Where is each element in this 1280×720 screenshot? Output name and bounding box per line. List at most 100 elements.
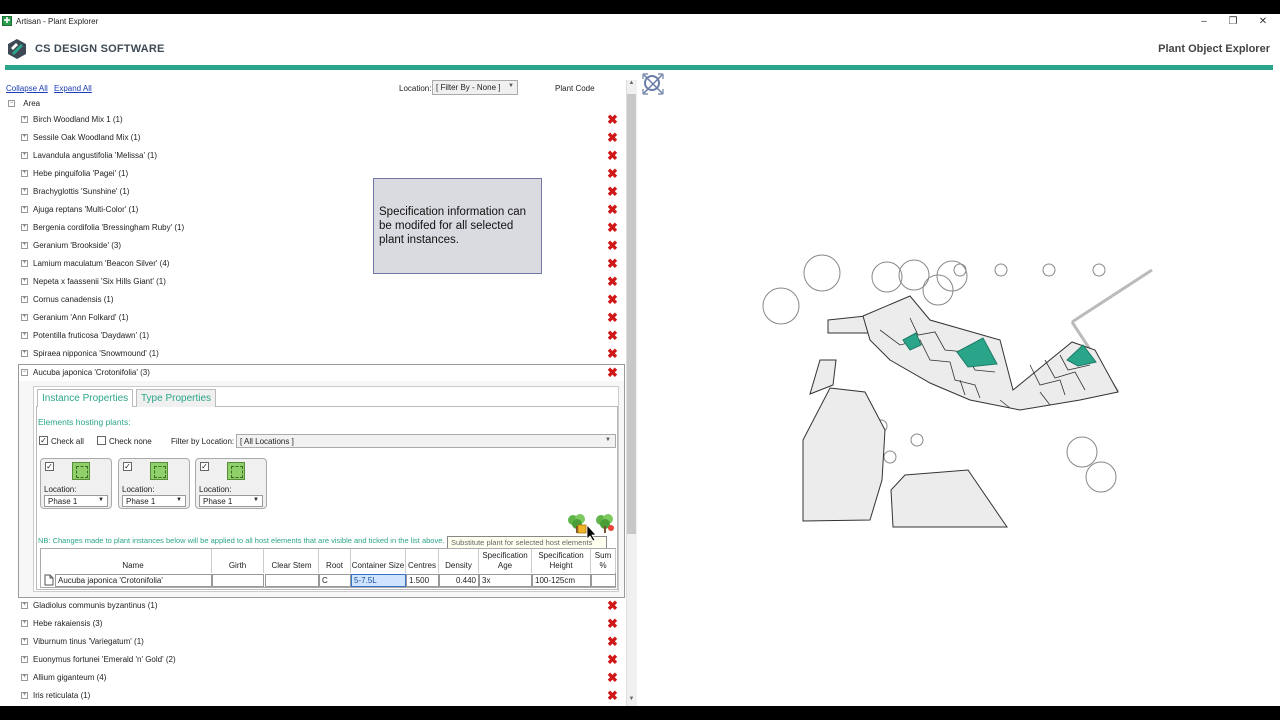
expand-icon[interactable]: +: [21, 692, 28, 699]
expand-icon[interactable]: +: [21, 638, 28, 645]
delete-icon[interactable]: ✖: [607, 257, 618, 270]
tab-instance-properties[interactable]: Instance Properties: [37, 389, 134, 407]
delete-icon[interactable]: ✖: [607, 653, 618, 666]
cell-sum-percent[interactable]: [591, 574, 616, 587]
expand-icon[interactable]: +: [21, 206, 28, 213]
expand-icon[interactable]: +: [21, 152, 28, 159]
cell-specification-height[interactable]: 100-125cm: [532, 574, 591, 587]
expand-icon[interactable]: +: [21, 350, 28, 357]
expand-icon[interactable]: +: [21, 332, 28, 339]
tree-item[interactable]: + Cornus canadensis (1) ✖: [19, 292, 621, 310]
delete-icon[interactable]: ✖: [607, 366, 618, 379]
cell-root[interactable]: C: [319, 574, 351, 587]
host-element-checkbox[interactable]: ✓: [123, 462, 132, 471]
delete-icon[interactable]: ✖: [607, 671, 618, 684]
delete-icon[interactable]: ✖: [607, 329, 618, 342]
delete-icon[interactable]: ✖: [607, 347, 618, 360]
zoom-extents-icon[interactable]: [641, 72, 665, 96]
expand-icon[interactable]: +: [21, 314, 28, 321]
tree-item[interactable]: + Iris reticulata (1) ✖: [19, 688, 621, 706]
expand-icon[interactable]: +: [21, 134, 28, 141]
tree-item[interactable]: + Euonymus fortunei 'Emerald 'n' Gold' (2…: [19, 652, 621, 670]
close-button[interactable]: ✕: [1255, 15, 1271, 29]
collapse-all-link[interactable]: Collapse All: [6, 84, 48, 93]
scroll-down-icon[interactable]: ▼: [627, 696, 636, 706]
tree-item[interactable]: + Birch Woodland Mix 1 (1) ✖: [19, 112, 621, 130]
scroll-up-icon[interactable]: ▲: [627, 80, 636, 90]
tab-type-properties[interactable]: Type Properties: [136, 389, 217, 407]
delete-icon[interactable]: ✖: [607, 185, 618, 198]
delete-icon[interactable]: ✖: [607, 311, 618, 324]
app-icon: ✚: [2, 16, 12, 26]
expand-icon[interactable]: +: [21, 116, 28, 123]
expanded-plant-row[interactable]: − Aucuba japonica 'Crotonifolia' (3) ✖: [19, 365, 624, 381]
phase-select[interactable]: Phase 1 ▼: [199, 495, 263, 507]
expand-icon[interactable]: +: [21, 224, 28, 231]
delete-icon[interactable]: ✖: [607, 149, 618, 162]
cell-density[interactable]: 0.440: [439, 574, 479, 587]
cell-specification-age[interactable]: 3x: [479, 574, 532, 587]
tree-item[interactable]: + Allium giganteum (4) ✖: [19, 670, 621, 688]
collapse-icon[interactable]: −: [21, 369, 28, 376]
expand-icon[interactable]: +: [21, 260, 28, 267]
delete-icon[interactable]: ✖: [607, 275, 618, 288]
substitute-plant-icon[interactable]: [566, 512, 588, 534]
expand-all-link[interactable]: Expand All: [54, 84, 92, 93]
tree-root[interactable]: − Area: [8, 99, 40, 108]
expand-icon[interactable]: +: [21, 296, 28, 303]
phase-select[interactable]: Phase 1 ▼: [44, 495, 108, 507]
tree-item[interactable]: + Sessile Oak Woodland Mix (1) ✖: [19, 130, 621, 148]
tree-item[interactable]: + Nepeta x faassenii 'Six Hills Giant' (1…: [19, 274, 621, 292]
expand-icon[interactable]: +: [21, 602, 28, 609]
restore-button[interactable]: ❐: [1225, 15, 1241, 29]
host-element-card[interactable]: ✓ Location: Phase 1 ▼: [40, 458, 112, 509]
tree-item[interactable]: + Lavandula angustifolia 'Melissa' (1) ✖: [19, 148, 621, 166]
expand-icon[interactable]: +: [21, 620, 28, 627]
tree-item[interactable]: + Potentilla fruticosa 'Daydawn' (1) ✖: [19, 328, 621, 346]
cell-container-size[interactable]: 5-7.5L: [351, 574, 406, 587]
expand-icon[interactable]: +: [21, 674, 28, 681]
phase-value: Phase 1: [126, 497, 156, 506]
collapse-icon[interactable]: −: [8, 100, 15, 108]
delete-icon[interactable]: ✖: [607, 239, 618, 252]
cell-clear-stem[interactable]: [265, 574, 319, 587]
phase-select[interactable]: Phase 1 ▼: [122, 495, 186, 507]
expand-icon[interactable]: +: [21, 656, 28, 663]
delete-icon[interactable]: ✖: [607, 113, 618, 126]
tree-item[interactable]: + Hebe rakaiensis (3) ✖: [19, 616, 621, 634]
host-element-card[interactable]: ✓ Location: Phase 1 ▼: [118, 458, 190, 509]
cell-girth[interactable]: [212, 574, 264, 587]
tree-item[interactable]: + Viburnum tinus 'Variegatum' (1) ✖: [19, 634, 621, 652]
delete-icon[interactable]: ✖: [607, 167, 618, 180]
delete-icon[interactable]: ✖: [607, 131, 618, 144]
filter-by-location-select[interactable]: [ All Locations ] ▼: [236, 434, 616, 448]
tree-item-label: Gladiolus communis byzantinus (1): [33, 601, 158, 610]
expand-icon[interactable]: +: [21, 242, 28, 249]
cell-name[interactable]: Aucuba japonica 'Crotonifolia': [55, 574, 212, 587]
tree-item-label: Spiraea nipponica 'Snowmound' (1): [33, 349, 159, 358]
delete-icon[interactable]: ✖: [607, 635, 618, 648]
expand-icon[interactable]: +: [21, 170, 28, 177]
delete-icon[interactable]: ✖: [607, 617, 618, 630]
delete-icon[interactable]: ✖: [607, 203, 618, 216]
expand-icon[interactable]: +: [21, 188, 28, 195]
minimize-button[interactable]: –: [1196, 15, 1212, 29]
location-filter-select[interactable]: [ Filter By - None ] ▼: [432, 80, 518, 95]
tree-item[interactable]: + Geranium 'Ann Folkard' (1) ✖: [19, 310, 621, 328]
host-element-card[interactable]: ✓ Location: Phase 1 ▼: [195, 458, 267, 509]
host-element-checkbox[interactable]: ✓: [45, 462, 54, 471]
check-all-checkbox[interactable]: ✓: [39, 436, 48, 445]
expand-icon[interactable]: +: [21, 278, 28, 285]
delete-icon[interactable]: ✖: [607, 689, 618, 702]
scroll-thumb[interactable]: [627, 94, 636, 534]
delete-icon[interactable]: ✖: [607, 599, 618, 612]
delete-icon[interactable]: ✖: [607, 293, 618, 306]
check-none-checkbox[interactable]: [97, 436, 106, 445]
tree-item[interactable]: + Spiraea nipponica 'Snowmound' (1) ✖: [19, 346, 621, 364]
delete-icon[interactable]: ✖: [607, 221, 618, 234]
column-header-density: Density: [439, 549, 479, 573]
plan-drawing-canvas[interactable]: [640, 96, 1280, 706]
host-element-checkbox[interactable]: ✓: [200, 462, 209, 471]
tree-item[interactable]: + Gladiolus communis byzantinus (1) ✖: [19, 598, 621, 616]
cell-centres[interactable]: 1.500: [406, 574, 439, 587]
